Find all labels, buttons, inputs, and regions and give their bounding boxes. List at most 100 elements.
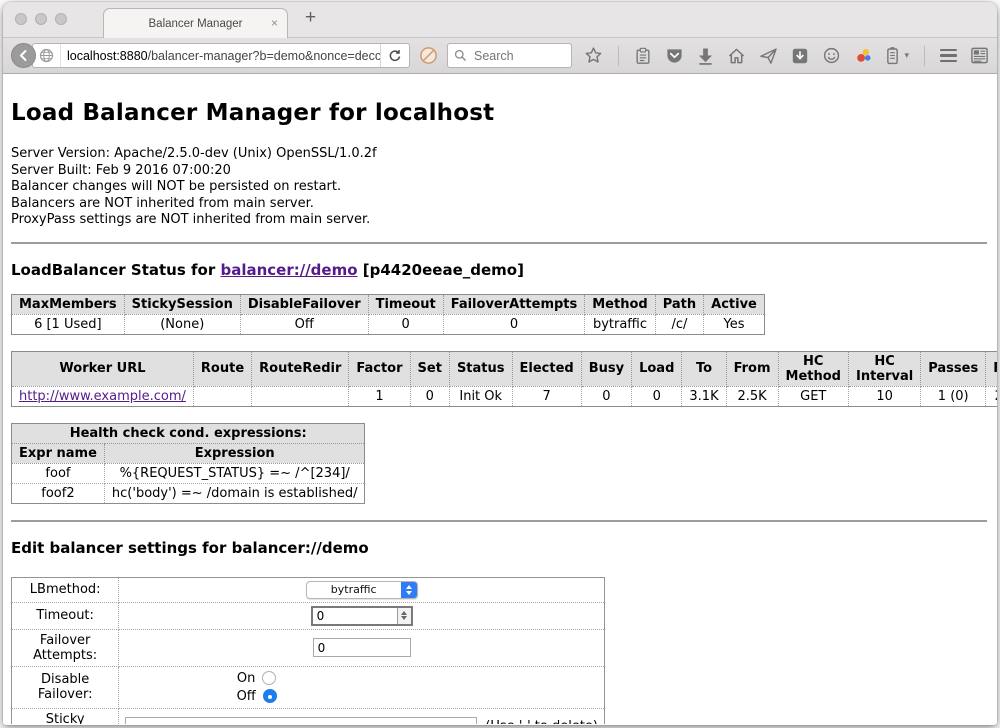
bookmark-star-icon[interactable] xyxy=(584,46,603,65)
window-zoom-button[interactable] xyxy=(55,13,67,25)
new-tab-button[interactable]: + xyxy=(305,7,316,29)
loadbalancer-status-heading: LoadBalancer Status for balancer://demo … xyxy=(11,261,987,279)
number-stepper-icon[interactable] xyxy=(397,608,411,624)
window-close-button[interactable] xyxy=(15,13,27,25)
proxypass-note-line: ProxyPass settings are NOT inherited fro… xyxy=(11,212,987,229)
cell-failoverattempts: 0 xyxy=(443,314,585,334)
section-divider xyxy=(11,242,987,244)
reload-button[interactable] xyxy=(380,44,409,67)
worker-header-row: Worker URL Route RouteRedir Factor Set S… xyxy=(12,351,998,386)
window-minimize-button[interactable] xyxy=(35,13,47,25)
toolbar-separator xyxy=(618,46,619,66)
col-method: Method xyxy=(585,294,655,314)
persist-note-line: Balancer changes will NOT be persisted o… xyxy=(11,179,987,196)
disable-failover-row: Disable Failover: On Off xyxy=(12,666,605,708)
col-status: Status xyxy=(449,351,512,386)
timeout-row: Timeout: xyxy=(12,602,605,629)
failover-off-radio[interactable] xyxy=(263,689,277,703)
server-built-line: Server Built: Feb 9 2016 07:00:20 xyxy=(11,163,987,180)
select-stepper-icon xyxy=(401,581,417,599)
send-icon[interactable] xyxy=(759,47,778,65)
cell-load: 0 xyxy=(632,386,682,406)
worker-url-link[interactable]: http://www.example.com/ xyxy=(19,389,186,404)
sticky-session-label: Sticky Session: xyxy=(12,708,119,724)
col-fails: Fails xyxy=(986,351,997,386)
download-icon[interactable] xyxy=(697,47,714,65)
browser-window: Balancer Manager × + localhost:8880/bala… xyxy=(3,2,997,725)
col-routeredir: RouteRedir xyxy=(252,351,349,386)
col-timeout: Timeout xyxy=(368,294,443,314)
col-path: Path xyxy=(655,294,703,314)
col-stickysession: StickySession xyxy=(124,294,240,314)
inherit-note-line: Balancers are NOT inherited from main se… xyxy=(11,196,987,213)
failover-on-radio[interactable] xyxy=(262,671,276,685)
hc-row-foof: foof %{REQUEST_STATUS} =~ /^[234]/ xyxy=(12,463,365,483)
lbmethod-selected-value: bytraffic xyxy=(307,583,401,596)
page-title: Load Balancer Manager for localhost xyxy=(11,100,987,126)
cell-elected: 7 xyxy=(512,386,581,406)
hc-header-row: Expr name Expression xyxy=(12,443,365,463)
col-route: Route xyxy=(193,351,251,386)
col-from: From xyxy=(726,351,778,386)
lbmethod-select[interactable]: bytraffic xyxy=(306,581,418,599)
chat-smiley-icon[interactable] xyxy=(822,47,841,65)
cell-busy: 0 xyxy=(581,386,631,406)
clipboard-icon[interactable] xyxy=(634,47,652,65)
url-bar[interactable]: localhost:8880/balancer-manager?b=demo&n… xyxy=(32,43,410,68)
dropdown-caret-icon[interactable]: ▾ xyxy=(904,50,909,61)
failover-attempts-row: Failover Attempts: xyxy=(12,629,605,666)
cell-route xyxy=(193,386,251,406)
cell-active: Yes xyxy=(704,314,765,334)
cell-hc-method: GET xyxy=(778,386,848,406)
screenshot-icon[interactable] xyxy=(791,47,809,65)
url-text: localhost:8880/balancer-manager?b=demo&n… xyxy=(61,49,380,63)
lbmethod-label: LBmethod: xyxy=(12,577,119,602)
navigation-toolbar: localhost:8880/balancer-manager?b=demo&n… xyxy=(3,37,997,74)
edit-balancer-form: LBmethod: bytraffic Timeout: xyxy=(11,577,605,725)
disable-failover-label: Disable Failover: xyxy=(12,666,119,708)
cell-expr-name: foof xyxy=(12,463,105,483)
sticky-session-input[interactable] xyxy=(125,717,477,724)
site-identity-globe-icon[interactable] xyxy=(33,44,61,67)
tab-close-icon[interactable]: × xyxy=(271,16,278,30)
pocket-icon[interactable] xyxy=(665,47,684,65)
radio-on-label: On xyxy=(237,671,255,686)
colored-dots-icon[interactable] xyxy=(854,47,873,65)
search-bar[interactable] xyxy=(447,43,572,68)
cell-fails: 2 (0) xyxy=(986,386,997,406)
health-check-table: Health check cond. expressions: Expr nam… xyxy=(11,423,365,504)
back-button[interactable] xyxy=(11,43,36,68)
edit-balancer-heading: Edit balancer settings for balancer://de… xyxy=(11,539,987,557)
balancer-demo-link[interactable]: balancer://demo xyxy=(220,261,357,279)
search-input[interactable] xyxy=(472,48,562,64)
hc-row-foof2: foof2 hc('body') =~ /domain is establish… xyxy=(12,483,365,503)
hamburger-menu-icon[interactable] xyxy=(940,49,957,63)
failover-attempts-input[interactable] xyxy=(313,638,411,657)
blocked-content-button[interactable] xyxy=(419,46,438,65)
radio-off-label: Off xyxy=(237,689,256,704)
timeout-input[interactable] xyxy=(313,608,397,624)
col-maxmembers: MaxMembers xyxy=(12,294,125,314)
server-version-line: Server Version: Apache/2.5.0-dev (Unix) … xyxy=(11,146,987,163)
cell-method: bytraffic xyxy=(585,314,655,334)
home-icon[interactable] xyxy=(727,47,746,65)
cell-hc-interval: 10 xyxy=(848,386,920,406)
cell-expr-name: foof2 xyxy=(12,483,105,503)
search-icon xyxy=(454,49,467,62)
tab-balancer-manager[interactable]: Balancer Manager × xyxy=(103,8,288,38)
col-active: Active xyxy=(704,294,765,314)
cell-worker-url: http://www.example.com/ xyxy=(12,386,194,406)
blocked-content-icon xyxy=(419,46,438,65)
cell-from: 2.5K xyxy=(726,386,778,406)
status-heading-suffix: [p4420eeae_demo] xyxy=(358,261,524,279)
col-disablefailover: DisableFailover xyxy=(240,294,368,314)
balancer-header-row: MaxMembers StickySession DisableFailover… xyxy=(12,294,765,314)
col-hc-method: HC Method xyxy=(778,351,848,386)
col-expression: Expression xyxy=(104,443,365,463)
col-hc-interval: HC Interval xyxy=(848,351,920,386)
col-set: Set xyxy=(410,351,449,386)
newspaper-icon[interactable] xyxy=(970,46,989,65)
cell-routeredir xyxy=(252,386,349,406)
toolbar-icons: ▾ xyxy=(584,46,989,66)
battery-icon[interactable] xyxy=(886,46,899,65)
